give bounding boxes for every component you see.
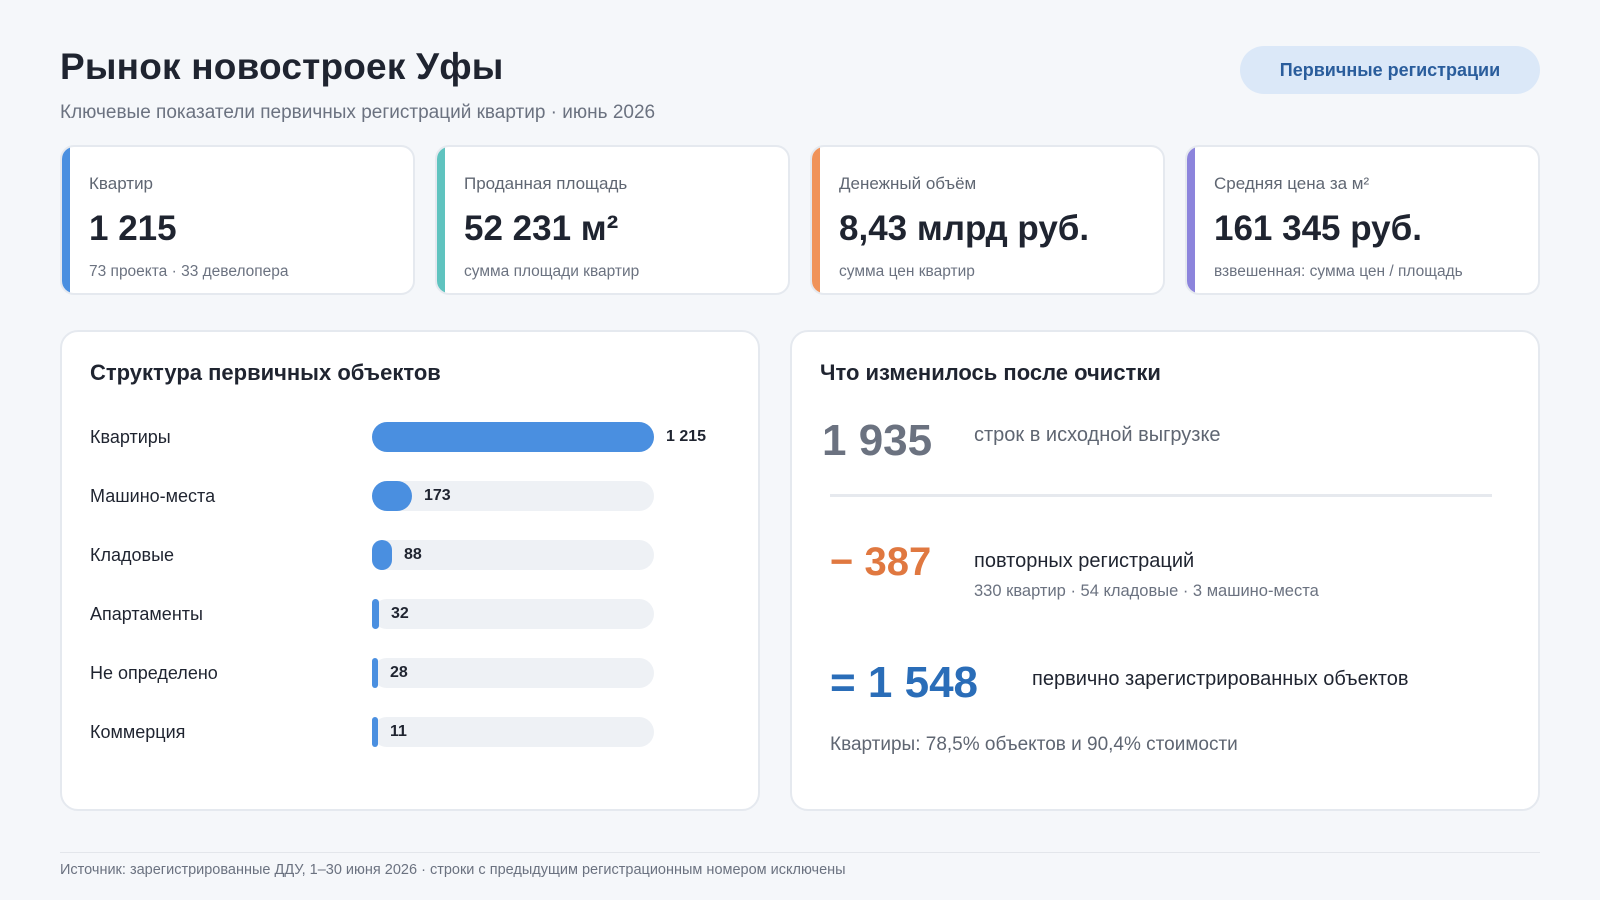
bar-fill (372, 717, 378, 747)
kpi-label: Денежный объём (839, 174, 977, 193)
bar-fill (372, 481, 412, 511)
bar-track (372, 599, 654, 629)
header: Рынок новостроек Уфы Ключевые показатели… (60, 46, 1540, 126)
bar-track (372, 422, 654, 452)
kpi-note: сумма цен квартир (839, 263, 975, 280)
bar-row: Апартаменты 32 (90, 599, 758, 629)
raw-rows-value: 1 935 (822, 416, 933, 465)
kpi-accent-bar (1187, 147, 1195, 293)
kpi-label: Проданная площадь (464, 174, 628, 193)
result-label: первично зарегистрированных объектов (1032, 668, 1409, 690)
bar-value: 28 (390, 664, 408, 681)
bar-row: Кладовые 88 (90, 540, 758, 570)
bar-label: Коммерция (90, 722, 186, 742)
bar-track (372, 717, 654, 747)
kpi-label: Средняя цена за м² (1214, 174, 1370, 193)
bar-row: Машино-места 173 (90, 481, 758, 511)
kpi-value: 8,43 млрд руб. (839, 209, 1090, 248)
kpi-accent-bar (62, 147, 70, 293)
bar-row: Квартиры 1 215 (90, 422, 758, 452)
bar-track (372, 481, 654, 511)
bar-label: Не определено (90, 663, 218, 683)
kpi-note: 73 проекта · 33 девелопера (89, 263, 289, 280)
bar-value: 173 (424, 487, 451, 504)
bar-label: Апартаменты (90, 604, 203, 624)
kpi-card-money: Денежный объём 8,43 млрд руб. сумма цен … (810, 145, 1165, 295)
bar-value: 32 (391, 605, 409, 622)
bar-value: 88 (404, 546, 422, 563)
divider (830, 494, 1492, 497)
kpi-value: 52 231 м² (464, 209, 619, 248)
bar-track (372, 658, 654, 688)
raw-rows-label: строк в исходной выгрузке (974, 424, 1221, 446)
duplicates-value: − 387 (830, 540, 932, 584)
bar-value: 11 (390, 723, 407, 740)
kpi-label: Квартир (89, 174, 154, 193)
kpi-note: сумма площади квартир (464, 263, 640, 280)
kpi-accent-bar (812, 147, 820, 293)
bar-row: Не определено 28 (90, 658, 758, 688)
kpi-note: взвешенная: сумма цен / площадь (1214, 263, 1463, 280)
bar-value: 1 215 (666, 428, 707, 445)
primary-registrations-button[interactable]: Первичные регистрации (1240, 46, 1540, 94)
bar-fill (372, 658, 378, 688)
duplicates-label: повторных регистраций (974, 550, 1195, 572)
bar-fill (372, 422, 654, 452)
bar-fill (372, 599, 379, 629)
footer-source: Источник: зарегистрированные ДДУ, 1–30 и… (60, 862, 846, 878)
kpi-card-area: Проданная площадь 52 231 м² сумма площад… (435, 145, 790, 295)
kpi-card-price: Средняя цена за м² 161 345 руб. взвешенн… (1185, 145, 1540, 295)
page-subtitle: Ключевые показатели первичных регистраци… (60, 102, 656, 123)
kpi-value: 1 215 (89, 209, 177, 248)
footer-divider (60, 852, 1540, 853)
bar-label: Квартиры (90, 427, 171, 447)
kpi-row: Квартир 1 215 73 проекта · 33 девелопера… (60, 145, 1540, 295)
bar-row: Коммерция 11 (90, 717, 758, 747)
structure-panel: Структура первичных объектов Квартиры 1 2… (60, 330, 760, 811)
bar-label: Машино-места (90, 486, 216, 506)
cleaning-title: Что изменилось после очистки (820, 360, 1161, 385)
bar-fill (372, 540, 392, 570)
kpi-value: 161 345 руб. (1214, 209, 1422, 248)
summary-text: Квартиры: 78,5% объектов и 90,4% стоимос… (830, 734, 1238, 755)
kpi-accent-bar (437, 147, 445, 293)
cleaning-panel: Что изменилось после очистки 1 935 строк… (790, 330, 1540, 811)
kpi-card-apartments: Квартир 1 215 73 проекта · 33 девелопера (60, 145, 415, 295)
bar-label: Кладовые (90, 545, 175, 565)
structure-title: Структура первичных объектов (90, 360, 441, 385)
duplicates-note: 330 квартир · 54 кладовые · 3 машино-мес… (974, 582, 1319, 600)
result-value: = 1 548 (830, 658, 979, 707)
